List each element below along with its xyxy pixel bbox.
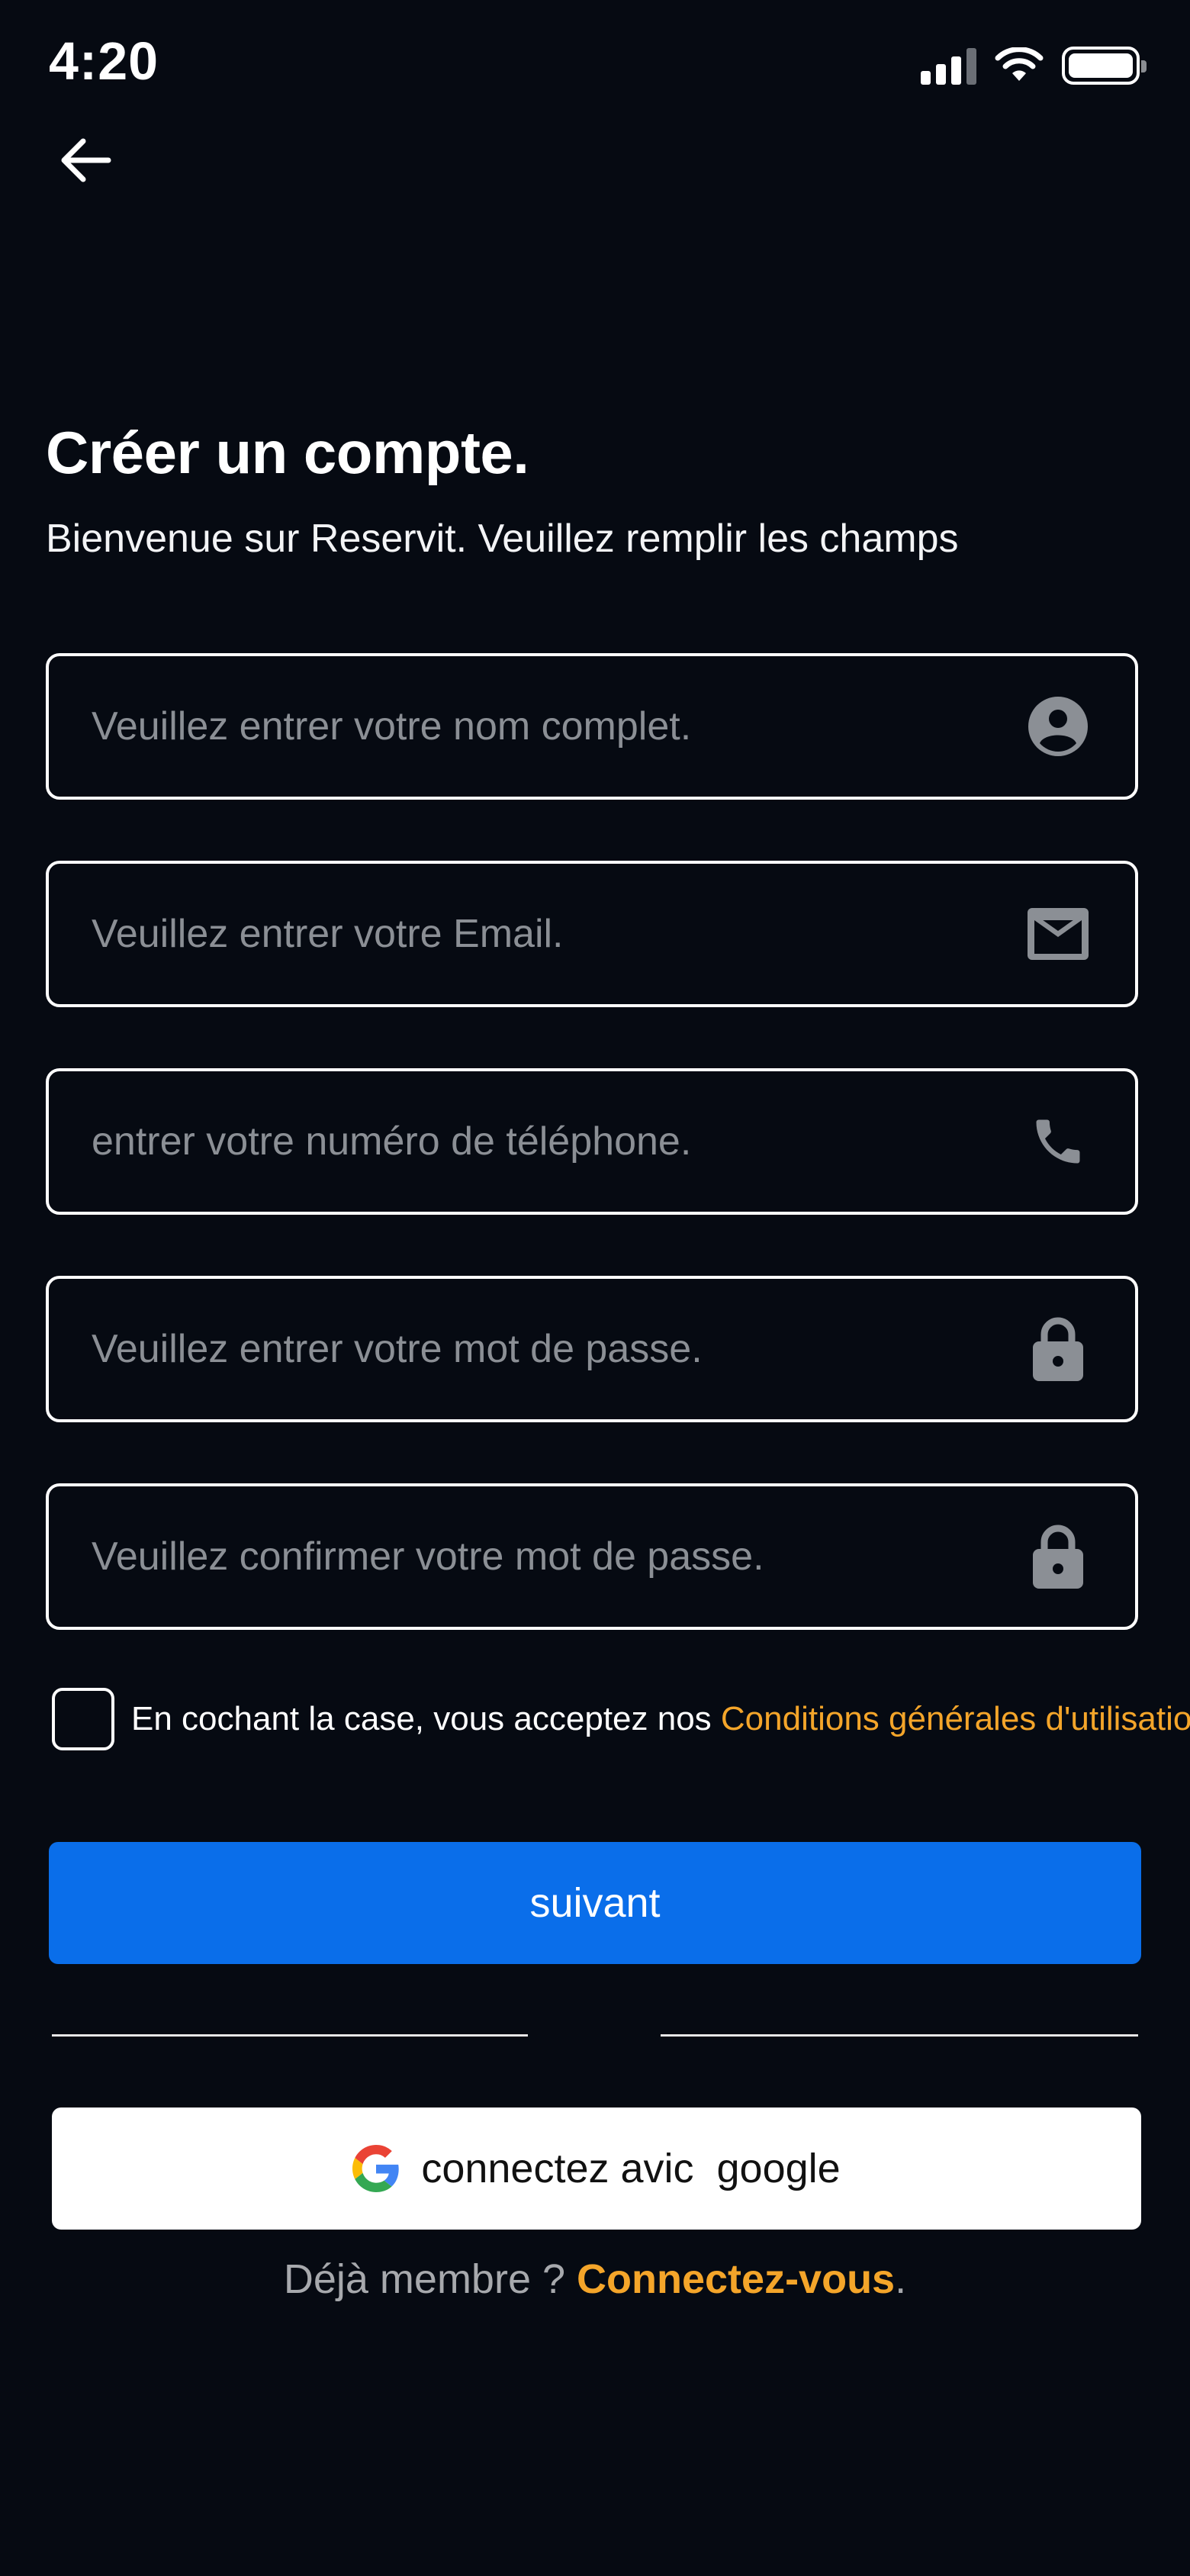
login-prompt: Déjà membre ? Connectez-vous. [0, 2256, 1190, 2303]
divider-right [661, 2034, 1138, 2037]
terms-link[interactable]: Conditions générales d'utilisation. [721, 1700, 1190, 1737]
google-signin-button[interactable]: connectez avic google [52, 2107, 1141, 2230]
login-link[interactable]: Connectez-vous [577, 2256, 895, 2302]
status-time: 4:20 [49, 31, 159, 91]
terms-checkbox[interactable] [52, 1688, 114, 1750]
phone-field[interactable] [46, 1068, 1138, 1215]
phone-icon [1024, 1107, 1092, 1176]
wifi-icon [995, 47, 1044, 81]
next-button[interactable]: suivant [49, 1842, 1141, 1964]
terms-text: En cochant la case, vous acceptez nos Co… [131, 1700, 1190, 1738]
password-input[interactable] [92, 1326, 969, 1372]
page-title: Créer un compte. [46, 419, 529, 486]
page-subtitle: Bienvenue sur Reservit. Veuillez remplir… [46, 517, 959, 561]
lock-icon [1024, 1522, 1092, 1591]
login-suffix: . [895, 2256, 907, 2302]
status-bar: 4:20 [0, 0, 1190, 130]
arrow-left-icon [61, 138, 111, 182]
email-field[interactable] [46, 861, 1138, 1007]
email-input[interactable] [92, 911, 969, 957]
google-logo-icon [352, 2145, 399, 2192]
confirm-password-input[interactable] [92, 1534, 969, 1579]
full-name-field[interactable] [46, 653, 1138, 800]
password-field[interactable] [46, 1276, 1138, 1422]
terms-label: En cochant la case, vous acceptez nos [131, 1700, 721, 1737]
full-name-input[interactable] [92, 704, 969, 749]
confirm-password-field[interactable] [46, 1483, 1138, 1630]
status-icons [921, 44, 1147, 87]
account-circle-icon [1024, 692, 1092, 761]
login-prompt-text: Déjà membre ? [283, 2256, 577, 2302]
battery-icon [1062, 47, 1147, 85]
mail-icon [1024, 900, 1092, 968]
phone-input[interactable] [92, 1119, 969, 1164]
google-signin-label: connectez avic google [421, 2146, 841, 2191]
lock-icon [1024, 1315, 1092, 1383]
divider-left [52, 2034, 528, 2037]
back-button[interactable] [50, 130, 121, 191]
signal-icon [921, 47, 976, 85]
